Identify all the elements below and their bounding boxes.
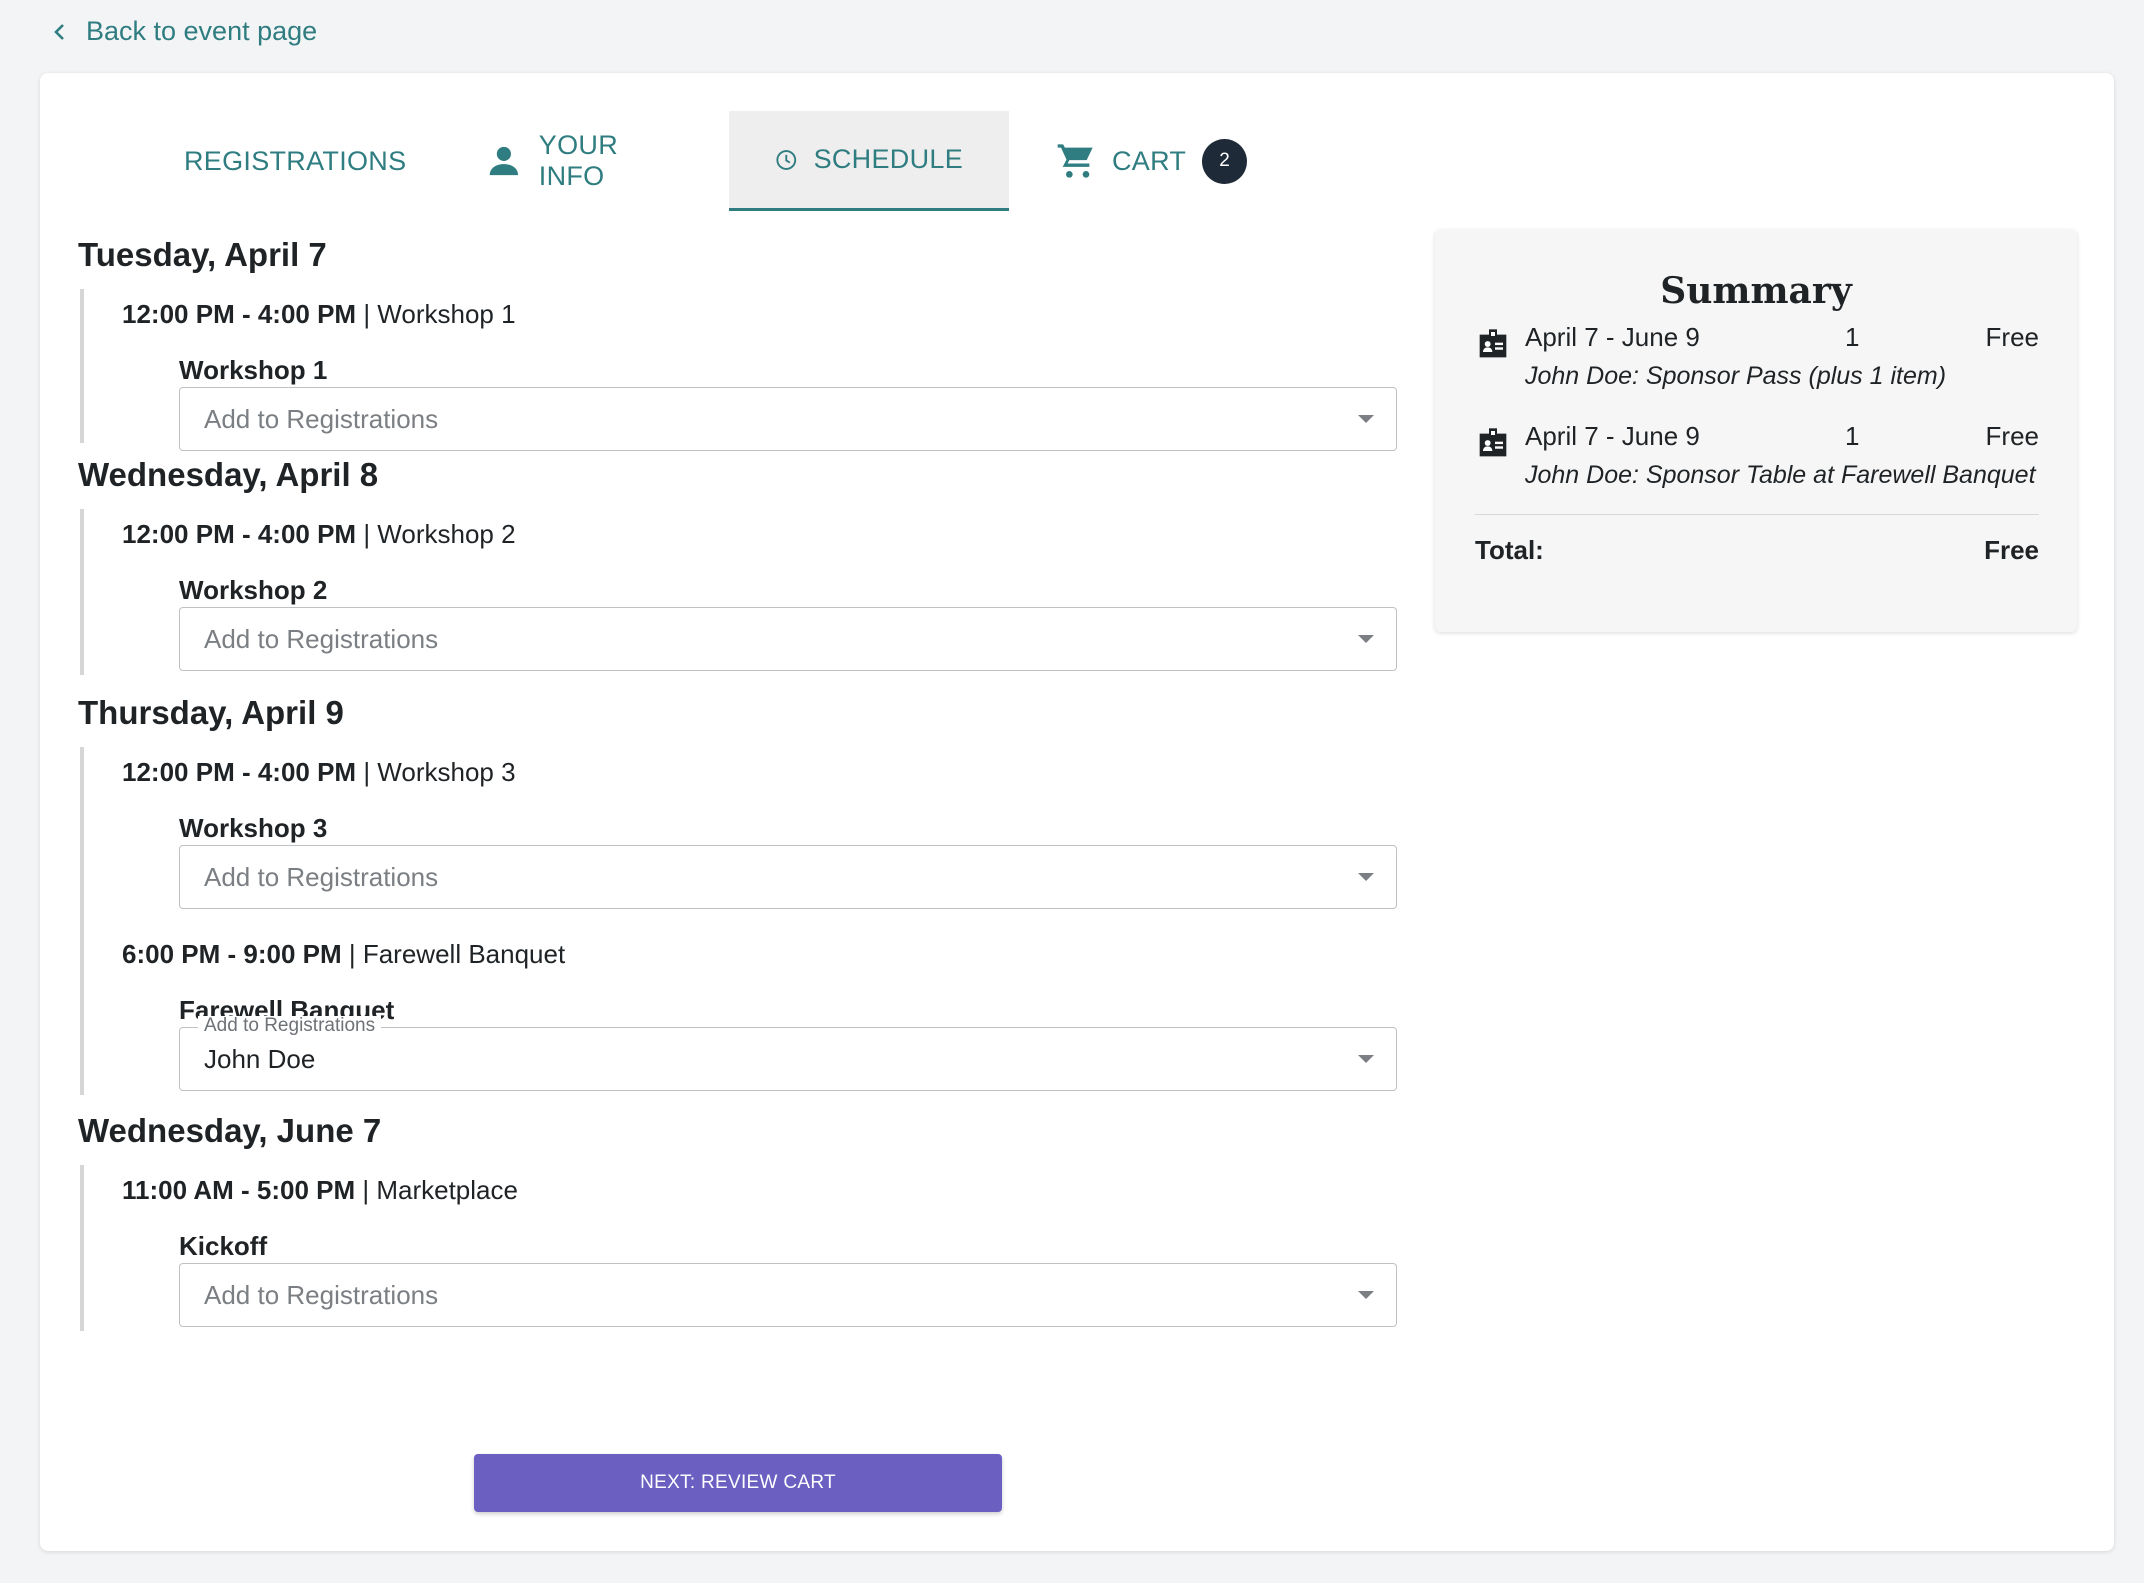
session-separator: |	[356, 299, 378, 329]
dropdown-caret-icon	[1358, 415, 1374, 423]
clock-icon	[776, 149, 797, 170]
summary-total: Total: Free	[1475, 535, 2039, 566]
tab-schedule[interactable]: SCHEDULE	[729, 111, 1009, 211]
session-time: 12:00 PM - 4:00 PM	[122, 757, 357, 787]
session-item-label: Workshop 1	[179, 355, 328, 385]
back-to-event-link[interactable]: Back to event page	[50, 16, 317, 47]
tab-cart-label: CART	[1112, 145, 1187, 176]
person-icon	[489, 146, 519, 176]
tab-bar: REGISTRATIONS YOUR INFO SCHEDULE CART 2	[120, 111, 1293, 211]
registration-select[interactable]: Add to Registrations	[179, 387, 1397, 451]
registration-select[interactable]: Add to Registrations John Doe	[179, 1016, 1397, 1091]
day-sessions: 12:00 PM - 4:00 PM | Workshop 1 Workshop…	[80, 289, 1438, 451]
dropdown-caret-icon	[1358, 1291, 1374, 1299]
select-placeholder: Add to Registrations	[204, 623, 439, 654]
tab-your-info[interactable]: YOUR INFO	[445, 111, 729, 211]
summary-item-dates: April 7 - June 9	[1525, 421, 1700, 451]
session-name: Marketplace	[376, 1175, 518, 1205]
session-heading: 12:00 PM - 4:00 PM | Workshop 2	[122, 509, 1438, 551]
session-heading: 11:00 AM - 5:00 PM | Marketplace	[122, 1165, 1438, 1207]
summary-line-item: April 7 - June 9 1 Free John Doe: Sponso…	[1475, 415, 2039, 514]
summary-divider	[1475, 514, 2039, 515]
session-separator: |	[341, 939, 363, 969]
day-title: Wednesday, April 8	[78, 456, 379, 493]
day-sessions: 12:00 PM - 4:00 PM | Workshop 3 Workshop…	[80, 747, 1438, 1095]
tab-registrations-label: REGISTRATIONS	[184, 145, 407, 176]
day-title: Tuesday, April 7	[78, 236, 327, 273]
summary-item-qty: 1	[1845, 322, 1860, 352]
summary-item-price: Free	[1985, 322, 2039, 352]
dropdown-caret-icon	[1358, 873, 1374, 881]
summary-title: Summary	[1660, 270, 1852, 312]
select-floating-label: Add to Registrations	[198, 1016, 382, 1036]
tab-schedule-label: SCHEDULE	[813, 144, 963, 174]
session-heading: 12:00 PM - 4:00 PM | Workshop 3	[122, 747, 1438, 789]
registration-select[interactable]: Add to Registrations	[179, 845, 1397, 909]
chevron-left-icon	[54, 23, 64, 40]
day-sessions: 11:00 AM - 5:00 PM | Marketplace Kickoff…	[80, 1165, 1438, 1331]
schedule-list: Tuesday, April 7 12:00 PM - 4:00 PM | Wo…	[78, 233, 1438, 1331]
summary-total-value: Free	[1984, 535, 2039, 565]
session-item-label: Kickoff	[179, 1231, 268, 1261]
session-name: Workshop 3	[377, 757, 516, 787]
summary-item-qty: 1	[1845, 421, 1860, 451]
tab-registrations[interactable]: REGISTRATIONS	[120, 111, 445, 211]
day-title: Thursday, April 9	[78, 694, 344, 731]
day-title: Wednesday, June 7	[78, 1112, 382, 1149]
session-heading: 12:00 PM - 4:00 PM | Workshop 1	[122, 289, 1438, 331]
day-section: Wednesday, April 8 12:00 PM - 4:00 PM | …	[78, 453, 1438, 675]
day-section: Tuesday, April 7 12:00 PM - 4:00 PM | Wo…	[78, 233, 1438, 451]
day-sessions: 12:00 PM - 4:00 PM | Workshop 2 Workshop…	[80, 509, 1438, 675]
back-link-label: Back to event page	[86, 16, 318, 46]
session-time: 12:00 PM - 4:00 PM	[122, 299, 357, 329]
select-placeholder: Add to Registrations	[204, 861, 439, 892]
select-placeholder: Add to Registrations	[204, 403, 439, 434]
session-separator: |	[356, 519, 378, 549]
session-separator: |	[355, 1175, 377, 1205]
summary-total-label: Total:	[1475, 535, 1544, 565]
day-section: Thursday, April 9 12:00 PM - 4:00 PM | W…	[78, 691, 1438, 1095]
summary-item-description: John Doe: Sponsor Pass (plus 1 item)	[1525, 362, 1947, 390]
session-name: Workshop 1	[377, 299, 516, 329]
session-item-label: Workshop 3	[179, 813, 328, 843]
summary-item-dates: April 7 - June 9	[1525, 322, 1700, 352]
registration-select[interactable]: Add to Registrations	[179, 607, 1397, 671]
dropdown-caret-icon	[1358, 635, 1374, 643]
badge-id-icon	[1479, 428, 1507, 457]
dropdown-caret-icon	[1358, 1055, 1374, 1063]
badge-id-icon	[1479, 329, 1507, 358]
session-time: 11:00 AM - 5:00 PM	[122, 1175, 356, 1205]
session-time: 12:00 PM - 4:00 PM	[122, 519, 357, 549]
summary-item-price: Free	[1985, 421, 2039, 451]
cart-icon	[1057, 144, 1093, 178]
select-placeholder: Add to Registrations	[204, 1279, 439, 1310]
session-name: Farewell Banquet	[362, 939, 566, 969]
session-time: 6:00 PM - 9:00 PM	[122, 939, 342, 969]
session-heading: 6:00 PM - 9:00 PM | Farewell Banquet	[122, 937, 1438, 971]
tab-cart[interactable]: CART 2	[1009, 111, 1293, 211]
summary-item-description: John Doe: Sponsor Table at Farewell Banq…	[1525, 461, 2036, 489]
registration-card: REGISTRATIONS YOUR INFO SCHEDULE CART 2 …	[40, 73, 2114, 1551]
select-value: John Doe	[204, 1043, 316, 1074]
summary-line-item: April 7 - June 9 1 Free John Doe: Sponso…	[1475, 316, 2039, 415]
tab-your-info-label: YOUR INFO	[538, 130, 618, 191]
day-section: Wednesday, June 7 11:00 AM - 5:00 PM | M…	[78, 1109, 1438, 1331]
session-separator: |	[356, 757, 378, 787]
registration-select[interactable]: Add to Registrations	[179, 1263, 1397, 1327]
session-name: Workshop 2	[377, 519, 516, 549]
session-item-label: Workshop 2	[179, 575, 328, 605]
summary-panel: Summary April 7 - June 9 1 Free John Doe…	[1435, 230, 2077, 632]
cart-count-badge: 2	[1202, 138, 1248, 184]
next-review-cart-button[interactable]: NEXT: REVIEW CART	[474, 1454, 1002, 1512]
